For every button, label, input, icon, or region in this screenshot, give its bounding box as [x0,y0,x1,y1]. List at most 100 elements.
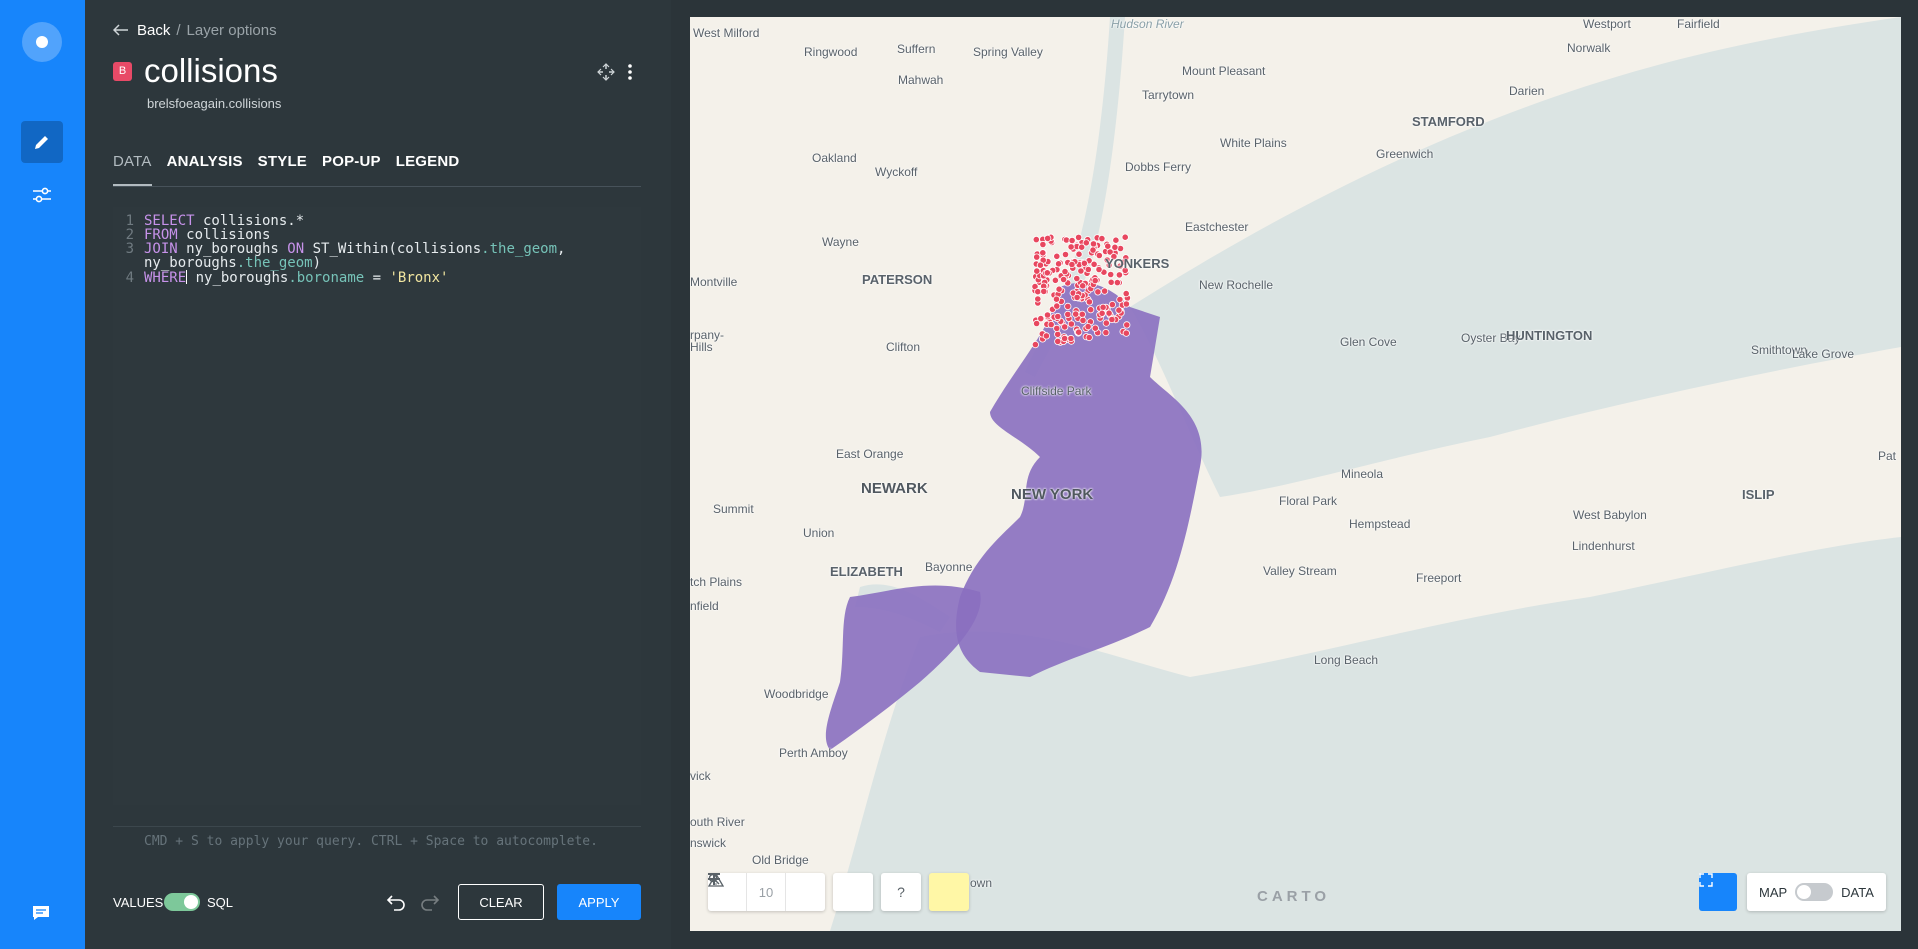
collision-point[interactable] [1073,274,1081,283]
collision-point[interactable] [1094,288,1102,296]
collision-point[interactable] [1091,324,1099,332]
collision-point[interactable] [1078,243,1086,251]
collision-point[interactable] [1112,236,1120,244]
collision-point[interactable] [1095,251,1103,260]
layer-title[interactable]: collisions [144,52,278,90]
center-layer-icon[interactable] [597,63,615,81]
collision-point[interactable] [1042,332,1050,340]
collision-point[interactable] [1067,334,1075,343]
feedback-button[interactable] [31,904,51,927]
collision-point[interactable] [1099,303,1107,311]
collision-point[interactable] [1053,324,1061,332]
collision-point[interactable] [1064,302,1072,310]
collision-point[interactable] [1100,287,1109,295]
zoom-in-button[interactable] [708,873,825,911]
collision-point[interactable] [1115,306,1123,314]
collision-point[interactable] [1085,333,1093,342]
collision-point[interactable] [1115,271,1123,279]
map-canvas[interactable]: West Milford Ringwood Suffern Spring Val… [690,17,1901,931]
collision-point[interactable] [1067,320,1075,328]
collision-point[interactable] [1033,267,1041,275]
collision-point[interactable] [1054,337,1062,345]
collision-point[interactable] [1090,260,1098,268]
collision-point[interactable] [1061,268,1069,276]
collision-point[interactable] [1073,293,1081,301]
back-arrow-icon[interactable] [113,24,129,36]
clear-button[interactable]: CLEAR [458,884,544,920]
collision-point[interactable] [1122,300,1130,308]
collision-point[interactable] [1031,340,1039,349]
collision-point[interactable] [1052,295,1061,303]
carto-logo-icon[interactable] [22,22,62,62]
collision-point[interactable] [1095,265,1103,274]
collision-point[interactable] [1034,295,1042,303]
collision-point[interactable] [1068,236,1076,245]
collision-point[interactable] [1098,235,1106,243]
more-options-icon[interactable] [627,63,633,81]
collision-point[interactable] [1043,311,1052,319]
collision-point[interactable] [1098,309,1106,317]
settings-button[interactable] [21,174,63,216]
map-data-toggle[interactable] [1795,883,1834,901]
collision-point[interactable] [1084,322,1092,331]
collision-point[interactable] [1032,319,1041,328]
collision-point[interactable] [1113,278,1121,287]
collision-point[interactable] [1054,330,1062,338]
map-data-switch[interactable]: MAP DATA [1747,873,1886,911]
collision-point[interactable] [1122,289,1130,298]
redo-icon[interactable] [420,893,440,911]
collision-point[interactable] [1032,236,1040,244]
fit-bounds-button[interactable] [1699,873,1737,911]
collision-point[interactable] [1089,246,1097,254]
collision-point[interactable] [1085,298,1093,306]
collision-point[interactable] [1104,242,1112,250]
apply-button[interactable]: APPLY [557,884,641,920]
collision-point[interactable] [1074,233,1083,241]
collision-point[interactable] [1054,312,1062,321]
warning-button[interactable] [708,873,969,911]
values-sql-toggle[interactable] [164,893,200,911]
tab-popup[interactable]: POP-UP [322,153,381,186]
collision-point[interactable] [1087,306,1095,314]
back-link[interactable]: Back [137,22,170,39]
collision-point[interactable] [1075,328,1083,336]
tab-legend[interactable]: LEGEND [396,153,460,186]
undo-icon[interactable] [386,893,406,911]
collision-point[interactable] [1061,250,1070,259]
tab-analysis[interactable]: ANALYSIS [167,153,243,186]
collision-point[interactable] [1055,285,1063,293]
tab-data[interactable]: DATA [113,153,152,186]
collision-point[interactable] [1040,287,1048,295]
collision-point[interactable] [1039,240,1047,249]
collision-point[interactable] [1061,323,1069,331]
collision-point[interactable] [1053,252,1061,260]
collision-point[interactable] [1091,276,1099,285]
collision-point[interactable] [1034,288,1042,296]
collision-point[interactable] [1064,310,1072,318]
collision-point[interactable] [1079,316,1087,324]
tab-style[interactable]: STYLE [258,153,307,186]
collision-point[interactable] [1047,320,1055,329]
collision-point[interactable] [1121,233,1129,241]
sql-editor[interactable]: 1 SELECT collisions.* 2 FROM collisions 3J… [113,207,641,805]
collision-point[interactable] [1060,334,1069,343]
help-button[interactable]: ? [881,873,921,911]
collision-point[interactable] [1102,328,1110,337]
collision-point[interactable] [1079,282,1087,290]
collision-point[interactable] [1077,267,1085,275]
collision-point[interactable] [1036,261,1044,269]
collision-point[interactable] [1078,310,1086,318]
collision-point[interactable] [1044,234,1052,242]
collision-point[interactable] [1039,249,1047,257]
collision-point[interactable] [1059,275,1068,284]
collision-point[interactable] [1102,319,1110,327]
collision-point[interactable] [1054,260,1063,268]
search-button[interactable] [708,873,873,911]
collision-point[interactable] [1107,278,1115,286]
collision-point[interactable] [1072,310,1080,318]
edit-layers-button[interactable] [21,121,63,163]
collision-point[interactable] [1067,243,1075,251]
collision-point[interactable] [1108,315,1116,324]
collision-point[interactable] [1122,329,1130,337]
collision-point[interactable] [1123,321,1131,329]
